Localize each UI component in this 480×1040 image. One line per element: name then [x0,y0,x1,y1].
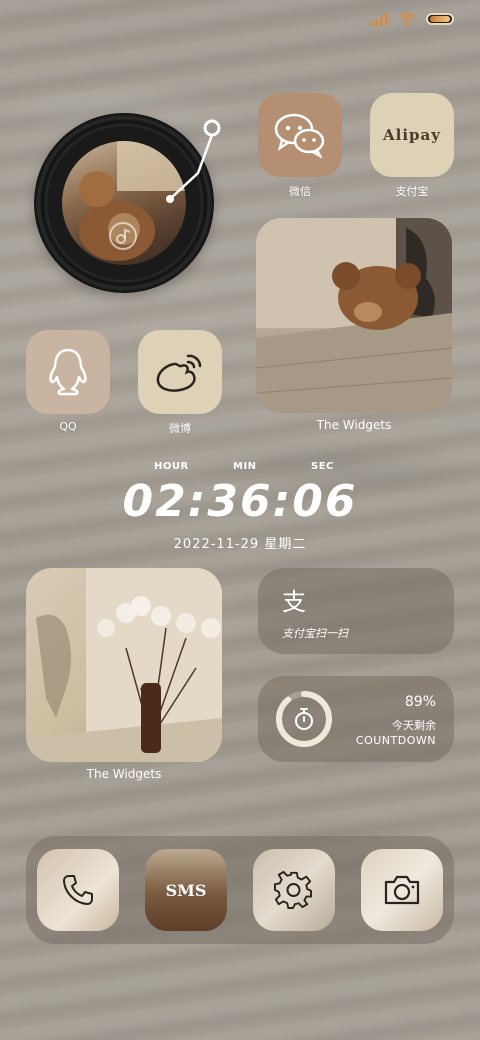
weibo-icon[interactable] [138,330,222,414]
status-bar [370,12,454,26]
app-wechat[interactable]: 微信 [258,93,342,199]
min-label: MIN [233,461,257,472]
alipay-logo-icon: 支 [282,588,306,616]
tonearm[interactable] [34,113,234,313]
phone-icon[interactable] [37,849,119,931]
clock-date: 2022-11-29 星期二 [173,537,307,552]
app-label: 支付宝 [395,185,429,198]
alipay-icon[interactable]: Alipay [370,93,454,177]
camera-icon[interactable] [361,849,443,931]
signal-icon [370,12,388,26]
alipay-scan-label: 支付宝扫一扫 [282,627,348,640]
dock: SMS [26,836,454,944]
app-weibo[interactable]: 微博 [138,330,222,436]
clock-headers: HOUR MIN SEC [0,461,480,475]
sms-app[interactable]: SMS [145,849,227,931]
photo-widget-cotton[interactable] [26,568,222,762]
record-player-widget[interactable] [34,113,221,293]
alipay-icon-text: Alipay [383,126,441,144]
countdown-widget[interactable]: 89% 今天剩余 COUNTDOWN [258,676,454,762]
countdown-percent: 89% [404,694,436,710]
countdown-label-en: COUNTDOWN [355,734,436,747]
wifi-icon [398,12,416,26]
clock-time: 02:36:06 [122,476,358,527]
sms-label: SMS [165,880,207,900]
app-label: QQ [59,420,77,433]
battery-icon [426,13,454,25]
app-label: 微信 [289,185,311,198]
stopwatch-icon [293,707,315,735]
sec-label: SEC [311,461,334,472]
hour-label: HOUR [154,461,189,472]
app-alipay[interactable]: Alipay 支付宝 [370,93,454,199]
qq-penguin-icon[interactable] [26,330,110,414]
countdown-label-cn: 今天剩余 [392,719,436,732]
app-qq[interactable]: QQ [26,330,110,433]
photo-widget-teddy[interactable] [256,218,452,413]
gear-icon[interactable] [253,849,335,931]
widget-caption: The Widgets [86,767,162,781]
wechat-icon[interactable] [258,93,342,177]
alipay-scan-widget[interactable]: 支 支付宝扫一扫 [258,568,454,654]
widget-caption: The Widgets [316,418,392,432]
app-label: 微博 [169,422,191,435]
